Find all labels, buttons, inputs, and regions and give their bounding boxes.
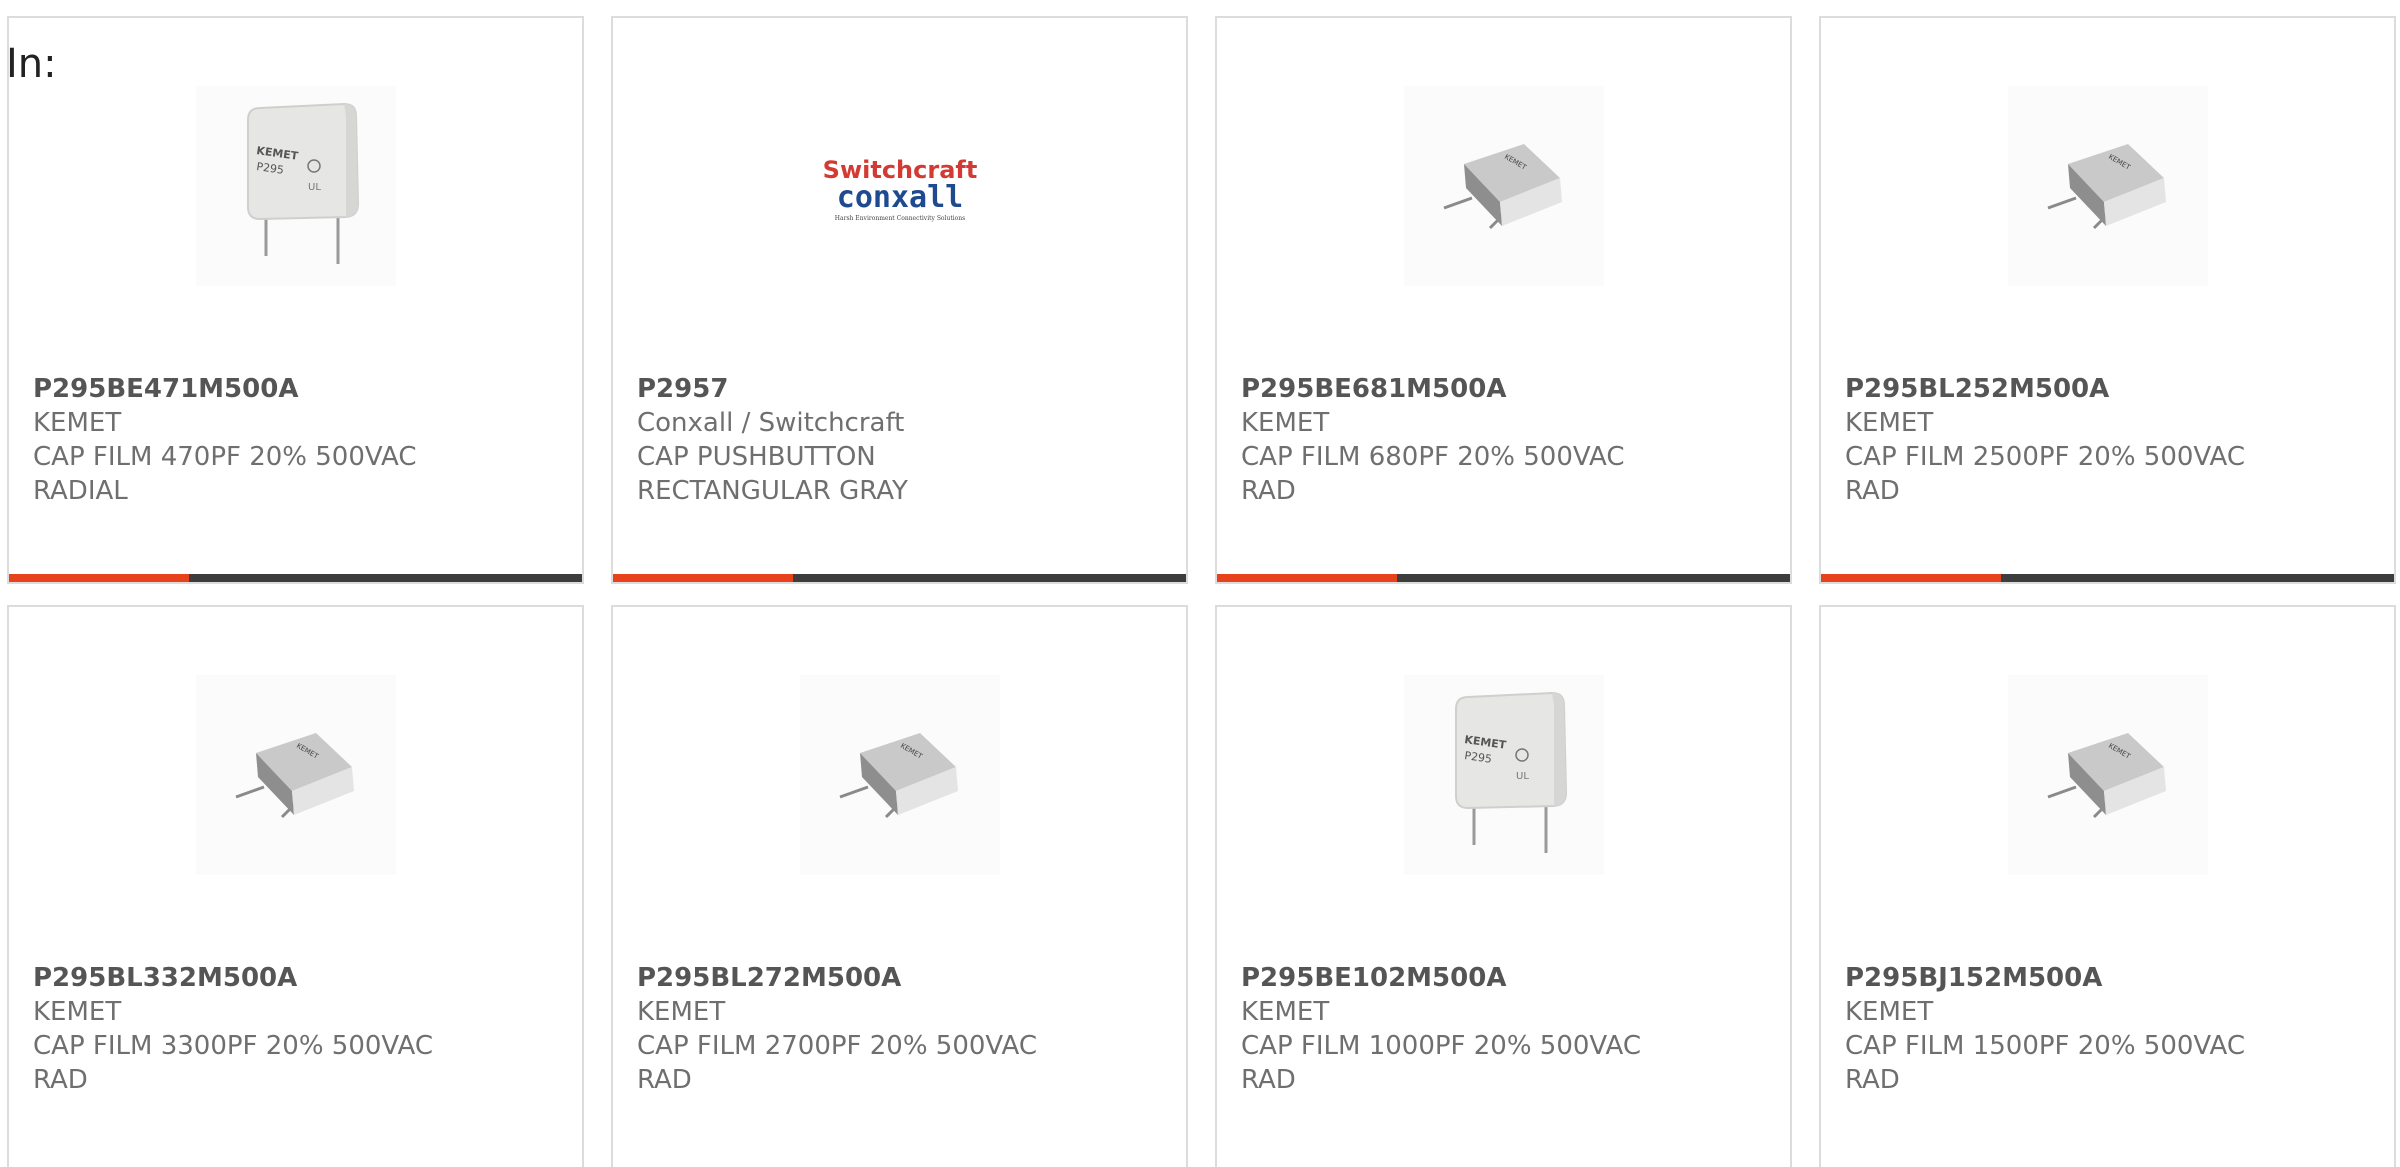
product-part-number[interactable]: P295BL272M500A: [637, 961, 1157, 995]
product-card[interactable]: KEMET P295BL252M500A KEMET CAP FILM 2500PF …: [1819, 16, 2396, 584]
product-part-number[interactable]: P295BL332M500A: [33, 961, 553, 995]
card-progress-bar: [613, 574, 1186, 582]
svg-text:UL: UL: [308, 182, 321, 193]
product-info: P295BJ152M500A KEMET CAP FILM 1500PF 20% 5…: [1845, 961, 2365, 1097]
card-progress-bar: [1217, 574, 1790, 582]
product-card[interactable]: KEMET P295BL332M500A KEMET CAP FILM 3300PF …: [7, 605, 584, 1167]
product-info: P295BE471M500A KEMET CAP FILM 470PF 20% 50…: [33, 372, 553, 508]
card-progress-fill: [9, 574, 190, 582]
in-label: In:: [6, 41, 57, 87]
product-part-number[interactable]: P295BE102M500A: [1241, 961, 1761, 995]
capacitor-angled-image[interactable]: KEMET: [2007, 86, 2208, 286]
card-progress-bar: [1821, 574, 2394, 582]
product-description-line1: CAP PUSHBUTTON: [637, 442, 876, 472]
product-card[interactable]: KEMET P295 UL P295BE102M500A KEMET CAP FILM 1…: [1215, 605, 1792, 1167]
product-description-line2: RAD: [1845, 1065, 1900, 1095]
product-info: P295BL252M500A KEMET CAP FILM 2500PF 20% 5…: [1845, 372, 2365, 508]
product-description-line2: RAD: [1845, 476, 1900, 506]
product-card[interactable]: Switchcraft conxall Harsh Environment Conn…: [611, 16, 1188, 584]
product-description-line2: RADIAL: [33, 476, 128, 506]
product-grid-page: In: KEMET P295 UL P295BE471M500A KEMET CAP FI…: [0, 0, 2400, 1167]
svg-text:Harsh Environment Connectivity: Harsh Environment Connectivity Solutions: [834, 215, 964, 222]
product-manufacturer: KEMET: [33, 408, 122, 438]
product-description-line2: RAD: [1241, 1065, 1296, 1095]
product-manufacturer: KEMET: [637, 997, 726, 1027]
product-manufacturer: KEMET: [1241, 997, 1330, 1027]
product-description-line1: CAP FILM 1500PF 20% 500VAC: [1845, 1031, 2246, 1061]
product-part-number[interactable]: P295BJ152M500A: [1845, 961, 2365, 995]
product-card[interactable]: KEMET P295BL272M500A KEMET CAP FILM 2700PF …: [611, 605, 1188, 1167]
product-description-line1: CAP FILM 470PF 20% 500VAC: [33, 442, 417, 472]
product-description-line2: RAD: [1241, 476, 1296, 506]
product-card[interactable]: KEMET P295 UL P295BE471M500A KEMET CAP FILM 4…: [7, 16, 584, 584]
svg-text:UL: UL: [1516, 771, 1529, 782]
product-description-line2: RAD: [637, 1065, 692, 1095]
capacitor-front-image[interactable]: KEMET P295 UL: [195, 86, 396, 286]
product-manufacturer: KEMET: [1241, 408, 1330, 438]
product-description-line2: RAD: [33, 1065, 88, 1095]
capacitor-angled-image[interactable]: KEMET: [2007, 675, 2208, 875]
product-info: P295BE681M500A KEMET CAP FILM 680PF 20% 50…: [1241, 372, 1761, 508]
switchcraft-conxall-logo[interactable]: Switchcraft conxall Harsh Environment Conn…: [799, 86, 1000, 286]
capacitor-angled-image[interactable]: KEMET: [799, 675, 1000, 875]
product-part-number[interactable]: P295BE681M500A: [1241, 372, 1761, 406]
product-info: P295BL272M500A KEMET CAP FILM 2700PF 20% 5…: [637, 961, 1157, 1097]
product-card[interactable]: KEMET P295BJ152M500A KEMET CAP FILM 1500PF …: [1819, 605, 2396, 1167]
svg-text:conxall: conxall: [836, 180, 962, 215]
product-description-line1: CAP FILM 2500PF 20% 500VAC: [1845, 442, 2246, 472]
product-info: P295BL332M500A KEMET CAP FILM 3300PF 20% 5…: [33, 961, 553, 1097]
product-description-line2: RECTANGULAR GRAY: [637, 476, 908, 506]
product-manufacturer: KEMET: [33, 997, 122, 1027]
product-manufacturer: KEMET: [1845, 408, 1934, 438]
card-progress-fill: [1821, 574, 2002, 582]
card-progress-fill: [613, 574, 794, 582]
capacitor-front-image[interactable]: KEMET P295 UL: [1403, 675, 1604, 875]
product-description-line1: CAP FILM 2700PF 20% 500VAC: [637, 1031, 1038, 1061]
product-description-line1: CAP FILM 3300PF 20% 500VAC: [33, 1031, 434, 1061]
capacitor-angled-image[interactable]: KEMET: [1403, 86, 1604, 286]
card-progress-fill: [1217, 574, 1398, 582]
product-description-line1: CAP FILM 1000PF 20% 500VAC: [1241, 1031, 1642, 1061]
product-info: P295BE102M500A KEMET CAP FILM 1000PF 20% 5…: [1241, 961, 1761, 1097]
card-progress-bar: [9, 574, 582, 582]
product-part-number[interactable]: P2957: [637, 372, 1157, 406]
product-info: P2957 Conxall / Switchcraft CAP PUSHBUTTON…: [637, 372, 1157, 508]
product-manufacturer: KEMET: [1845, 997, 1934, 1027]
product-part-number[interactable]: P295BE471M500A: [33, 372, 553, 406]
product-part-number[interactable]: P295BL252M500A: [1845, 372, 2365, 406]
capacitor-angled-image[interactable]: KEMET: [195, 675, 396, 875]
product-card[interactable]: KEMET P295BE681M500A KEMET CAP FILM 680PF 2…: [1215, 16, 1792, 584]
product-description-line1: CAP FILM 680PF 20% 500VAC: [1241, 442, 1625, 472]
product-manufacturer: Conxall / Switchcraft: [637, 408, 905, 438]
